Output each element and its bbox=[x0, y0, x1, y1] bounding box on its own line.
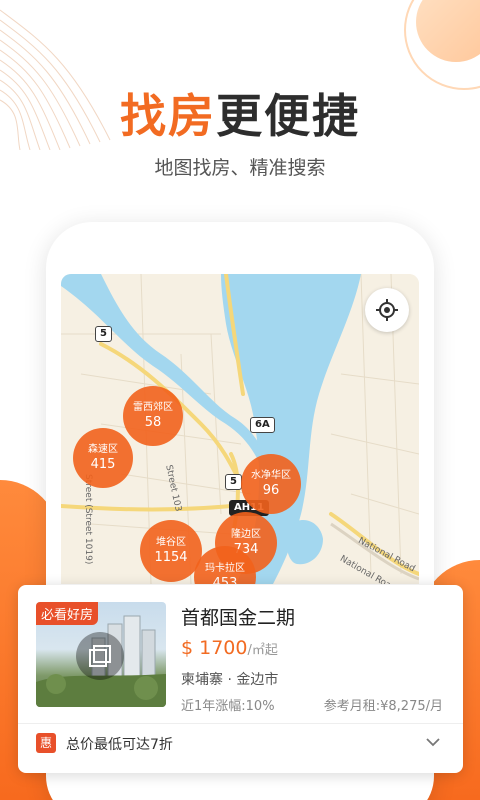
price-unit: /㎡起 bbox=[247, 643, 278, 658]
listing-card[interactable]: 必看好房 首都国金二期 $ 1700/㎡起 柬埔寨 · 金边市 近1年涨幅:10… bbox=[18, 585, 463, 773]
page-subheadline: 地图找房、精准搜索 bbox=[154, 157, 326, 179]
street-label: Street (Street 1019) bbox=[83, 474, 93, 565]
must-see-badge: 必看好房 bbox=[36, 602, 99, 625]
cluster-name: 隆边区 bbox=[231, 529, 261, 540]
cluster-name: 水净华区 bbox=[251, 470, 291, 481]
discount-icon: 惠 bbox=[36, 733, 56, 753]
gallery-icon bbox=[89, 645, 111, 667]
price-growth: 近1年涨幅:10% bbox=[181, 699, 275, 714]
district-cluster[interactable]: 水净华区 96 bbox=[241, 454, 301, 514]
map-view[interactable]: 5 6A 5 AH11 Street 103 Street (Street 10… bbox=[61, 274, 419, 584]
locate-button[interactable] bbox=[365, 288, 409, 332]
cluster-name: 堆谷区 bbox=[156, 537, 186, 548]
chevron-down-icon[interactable] bbox=[425, 736, 441, 748]
reference-rent: 参考月租:¥8,275/月 bbox=[323, 699, 443, 714]
page-headline: 找房更便捷 bbox=[0, 80, 480, 146]
cluster-name: 雷西郊区 bbox=[133, 402, 173, 413]
listing-price: $ 1700/㎡起 bbox=[181, 637, 278, 659]
road-shield: 5 bbox=[225, 474, 242, 490]
gallery-button[interactable] bbox=[76, 632, 124, 680]
road-shield: 6A bbox=[250, 417, 275, 433]
headline-rest: 更便捷 bbox=[216, 89, 360, 143]
listing-location: 柬埔寨 · 金边市 bbox=[181, 672, 279, 688]
cluster-name: 森速区 bbox=[88, 444, 118, 455]
price-value: $ 1700 bbox=[181, 637, 248, 659]
cluster-name: 玛卡拉区 bbox=[205, 563, 245, 574]
listing-title: 首都国金二期 bbox=[181, 607, 296, 629]
district-cluster[interactable]: 森速区 415 bbox=[73, 428, 133, 488]
headline-accent: 找房 bbox=[120, 89, 216, 143]
listing-photo[interactable]: 必看好房 bbox=[36, 602, 166, 707]
promo-text: 总价最低可达7折 bbox=[66, 737, 173, 753]
locate-icon bbox=[376, 299, 398, 321]
road-shield: 5 bbox=[95, 326, 112, 342]
cluster-count: 453 bbox=[212, 576, 238, 584]
district-cluster[interactable]: 雷西郊区 58 bbox=[123, 386, 183, 446]
cluster-count: 415 bbox=[90, 457, 116, 472]
cluster-count: 96 bbox=[262, 483, 280, 498]
card-divider bbox=[18, 723, 463, 724]
cluster-count: 58 bbox=[144, 415, 162, 430]
cluster-count: 1154 bbox=[154, 550, 188, 565]
district-cluster[interactable]: 堆谷区 1154 bbox=[140, 520, 202, 582]
